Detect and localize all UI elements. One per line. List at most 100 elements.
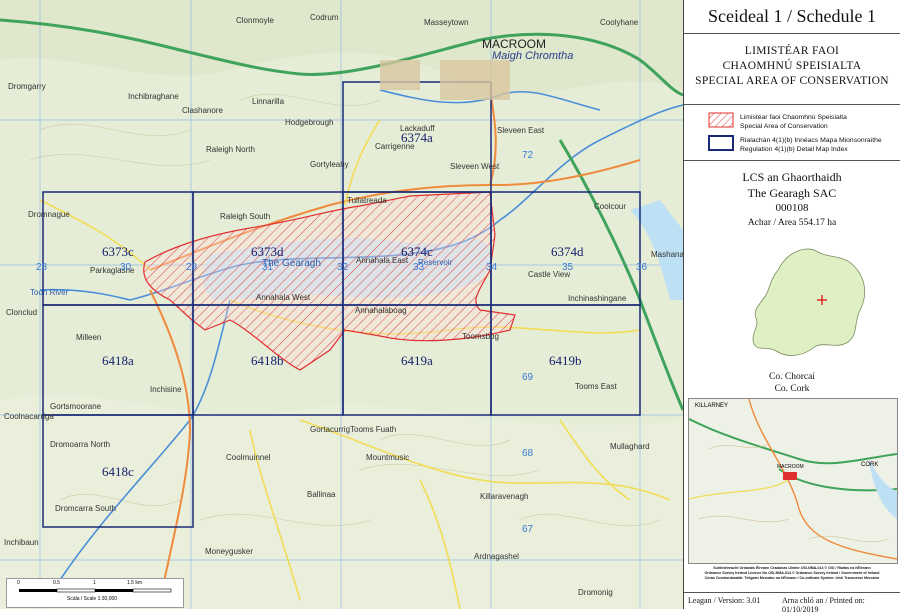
county-ga: Co. Chorcaí [769,372,815,382]
grid-number: 36 [636,262,648,273]
place-macroom-ga: Maigh Chromtha [492,50,574,62]
tile-label-6418b[interactable]: 6418b [251,353,284,369]
place-macroom: MACROOM [482,37,546,51]
grid-number: 68 [522,448,534,459]
place-coolmuinnel: Coolmuinnel [226,453,271,462]
tile-label-6418a[interactable]: 6418a [102,353,134,369]
place-raleigh-south: Raleigh South [220,212,271,221]
divider [684,104,900,105]
place-linnarilla: Linnarilla [252,97,285,106]
tile-label-6373c[interactable]: 6373c [102,244,134,260]
place-inchibaun: Inchibaun [4,538,39,547]
sidebar-panel: Sceideal 1 / Schedule 1 LIMISTÉAR FAOI C… [684,0,900,614]
legend-sac-text: Limistéar faoi Chaomhnú Speisialta Speci… [740,113,895,131]
footer: Leagan / Version: 3.01 Arna chló an / Pr… [684,592,900,614]
sac-type-en: SPECIAL AREA OF CONSERVATION [695,75,889,87]
tile-label-6374d[interactable]: 6374d [551,244,584,260]
place-clashanore: Clashanore [182,106,223,115]
grid-number: 28 [36,262,48,273]
location-map[interactable]: KILLARNEY CORK MACROOM [688,398,898,564]
place-dromoarra-north: Dromoarra North [50,440,111,449]
grid-number: 32 [337,262,349,273]
place-inchisine: Inchisine [150,385,182,394]
scale-tick: 1.5 km [127,580,143,586]
divider [684,160,900,161]
place-killaravenagh: Killaravenagh [480,492,529,501]
place-tooms-east: Tooms East [575,382,617,391]
place-carrigenne: Carrigenne [375,142,415,151]
sac-type-ga-line2: CHAOMHNÚ SPEISIALTA [722,60,862,72]
location-map-canvas [689,399,897,563]
place-moneygusker: Moneygusker [205,547,254,556]
place-dromcarra-south: Dromcarra South [55,504,116,513]
place-gortacurrig: Gortacurrig [310,425,351,434]
place-toon-river: Toon River [30,288,69,297]
place-annahalaboag: Annahalaboag [355,306,407,315]
grid-number: 69 [522,372,534,383]
legend-index-text: Rialachán 4(1)(b) Innéacs Mapa Mionsonra… [740,136,895,154]
loc-macroom: MACROOM [777,464,804,470]
place-inchinashingane: Inchinashingane [568,294,627,303]
place-dromgarry: Dromgarry [8,82,46,91]
county-cork-outline [752,248,866,356]
place-ballinaa: Ballinaa [307,490,336,499]
place-sleveen-west: Sleveen West [450,162,500,171]
place-tooms-fuath: Tooms Fuath [350,425,397,434]
place-mashanaglass: Mashanaglass [651,250,684,259]
place-mullaghard: Mullaghard [610,442,650,451]
legend-index-en: Regulation 4(1)(b) Detail Map Index [740,146,848,153]
grid-number: 29 [186,262,198,273]
scale-tick: 0 [17,580,20,586]
place-clonclud: Clonclud [6,308,38,317]
place-coolcour: Coolcour [594,202,627,211]
place-toomsbog: Toomsbog [462,332,499,341]
legend-sac-ga: Limistéar faoi Chaomhnú Speisialta [740,114,847,121]
county-en: Co. Cork [774,384,810,394]
sac-type-ga-line1: LIMISTÉAR FAOI [744,45,840,57]
place-dromnague: Dromnague [28,210,70,219]
schedule-title: Sceideal 1 / Schedule 1 [684,0,900,34]
tile-label-6418c[interactable]: 6418c [102,464,134,480]
scale-bar: 0 0.5 1 1.5 km Scála / Scale 1:30,000 [6,578,184,608]
place-lackaduff: Lackaduff [400,124,435,133]
place-gortsmoorane: Gortsmoorane [50,402,102,411]
place-dromonig: Dromonig [578,588,613,597]
scale-tick: 0.5 [53,580,60,586]
place-gortyleahy: Gortyleahy [310,160,349,169]
loc-cork: CORK [861,462,879,468]
place-masseytown: Masseytown [424,18,469,27]
legend-sac-en: Special Area of Conservation [740,123,828,130]
grid-number: 30 [120,262,132,273]
grid-number: 31 [262,262,274,273]
site-name-ga: LCS an Ghaorthaidh [742,170,842,184]
place-raleigh-north: Raleigh North [206,145,255,154]
place-tullatreada: Tullatreada [347,196,387,205]
site-area: Achar / Area 554.17 ha [747,218,837,228]
grid-number: 72 [522,150,534,161]
place-clonmoyle: Clonmoyle [236,16,274,25]
tile-label-6419a[interactable]: 6419a [401,353,433,369]
legend-index-ga: Rialachán 4(1)(b) Innéacs Mapa Mionsonra… [740,137,882,144]
place-coolyhane: Coolyhane [600,18,639,27]
site-code: 000108 [775,202,809,214]
map-canvas [0,0,683,609]
place-hodgebrough: Hodgebrough [285,118,334,127]
printed-label: Arna chló an / Printed on: 01/10/2019 [782,596,865,614]
map-panel[interactable]: 6374a 6373c 6373d 6374c 6374d 6418a 6418… [0,0,684,609]
copyright-notice: Suirbhéireacht Ordanáis Éireann Ceadúnas… [684,566,900,581]
sac-type-heading: LIMISTÉAR FAOI CHAOMHNÚ SPEISIALTA SPECI… [684,44,900,89]
place-annahala-east: Annahala East [356,256,409,265]
place-coolnacarriga: Coolnacarriga [4,412,54,421]
copyright-line: Córas Comhordanáidí: Teilgean Mercator n… [704,576,880,580]
loc-killarney: KILLARNEY [695,403,729,409]
place-milleen: Milleen [76,333,102,342]
place-annahala-west: Annahala West [256,293,311,302]
sac-legend-swatch [708,112,734,128]
place-ardnagashel: Ardnagashel [474,552,519,561]
scale-tick: 1 [93,580,96,586]
grid-number: 35 [562,262,574,273]
place-inchibraghane: Inchibraghane [128,92,179,101]
site-name-en: The Gearagh SAC [747,186,837,200]
tile-label-6419b[interactable]: 6419b [549,353,582,369]
scale-label: Scála / Scale 1:30,000 [67,596,118,602]
